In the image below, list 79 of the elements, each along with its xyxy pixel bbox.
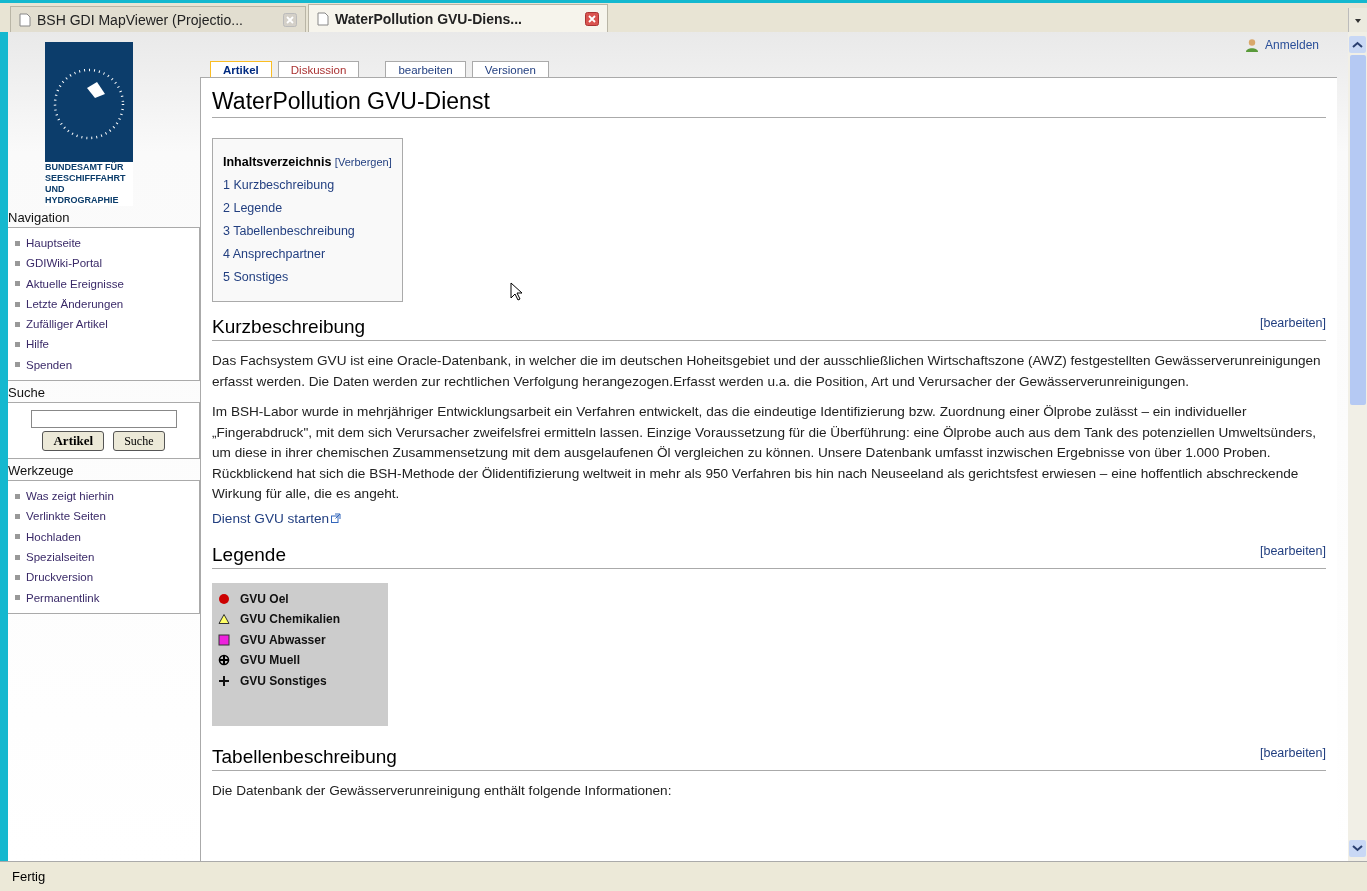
bullet-icon — [15, 260, 20, 266]
scrollbar[interactable] — [1348, 32, 1367, 861]
section-heading: Tabellenbeschreibung — [212, 745, 397, 769]
bullet-icon — [15, 281, 20, 287]
legend-label: GVU Chemikalien — [240, 612, 341, 627]
hide-link[interactable]: [Verbergen] — [334, 156, 392, 168]
legend-label: GVU Muell — [240, 653, 300, 668]
toc-link[interactable]: 3 Tabellenbeschreibung — [223, 220, 392, 243]
browser-tab[interactable]: WaterPollution GVU-Diens... — [308, 4, 608, 32]
close-icon[interactable] — [585, 11, 599, 26]
bullet-icon — [15, 301, 20, 307]
tool-link[interactable]: Was zeigt hierhin — [26, 486, 114, 507]
logo-text: SEESCHIFFFAHRT — [45, 173, 127, 184]
external-link-icon — [331, 513, 342, 523]
bullet-icon — [15, 554, 20, 560]
logo-text: HYDROGRAPHIE — [45, 195, 120, 206]
toc-link[interactable]: 1 Kurzbeschreibung — [223, 174, 392, 197]
tool-link[interactable]: Hochladen — [26, 526, 81, 547]
page-tab[interactable]: Diskussion — [277, 61, 360, 77]
legend-label: GVU Sonstiges — [240, 673, 327, 688]
portlet-heading: Werkzeuge — [8, 463, 75, 479]
toc-link[interactable]: 5 Sonstiges — [223, 266, 392, 289]
bullet-icon — [15, 362, 20, 368]
scroll-up-icon[interactable] — [1349, 36, 1366, 53]
navigation-link[interactable]: Zufälliger Artikel — [26, 314, 108, 335]
bullet-icon — [15, 342, 20, 348]
logo-text: UND — [45, 184, 66, 195]
navigation-link[interactable]: Hilfe — [26, 334, 49, 355]
external-link[interactable]: Dienst GVU starten — [212, 510, 330, 526]
toc-link[interactable]: 4 Ansprechpartner — [223, 243, 392, 266]
edit-link[interactable]: [bearbeiten] — [1259, 543, 1326, 558]
status-text: Fertig — [12, 869, 46, 884]
page-icon — [19, 12, 31, 27]
legend-label: GVU Abwasser — [240, 632, 326, 647]
toc-link[interactable]: 2 Legende — [223, 197, 392, 220]
logo[interactable]: BUNDESAMT FÜR SEESCHIFFFAHRT UND HYDROGRAPHIE — [45, 42, 133, 206]
logo-text: BUNDESAMT FÜR — [45, 162, 125, 173]
search-field[interactable] — [30, 410, 177, 429]
scroll-down-icon[interactable] — [1349, 840, 1366, 857]
bullet-icon — [15, 493, 20, 499]
navigation-link[interactable]: Hauptseite — [26, 233, 81, 254]
portlet-heading: Suche — [8, 385, 46, 401]
bullet-icon — [15, 514, 20, 519]
navigation-link[interactable]: GDIWiki-Portal — [26, 253, 103, 274]
user-icon — [1244, 38, 1259, 52]
bullet-icon — [15, 574, 20, 580]
navigation-link[interactable]: Spenden — [26, 354, 73, 376]
section-heading: Legende — [212, 543, 286, 567]
browser-tab[interactable]: BSH GDI MapViewer (Projectio... — [10, 6, 306, 32]
bullet-icon — [15, 534, 20, 540]
bullet-icon — [15, 240, 20, 246]
tool-link[interactable]: Permanentlink — [26, 587, 100, 608]
toc-title: Inhaltsverzeichnis — [223, 155, 332, 169]
paragraph: Das Fachsystem GVU ist eine Oracle-Datenbank, in welcher die im deutschen Hoheitsgebiet und der ausschließlichen Wirtschaftszone (AWZ) festgestellten Gewässerverunreinigungen erfasst werden. Die Daten werden zur rechtlichen Verfolgung herangezogen.Erfasst werden u.a. die Position, Art und Verursacher der Gewässerverunreinigungen. — [212, 352, 1322, 391]
navigation-link[interactable]: Aktuelle Ereignisse — [26, 273, 124, 294]
dropdown-icon[interactable] — [1348, 8, 1367, 32]
cursor-icon — [510, 282, 522, 302]
edit-link[interactable]: [bearbeiten] — [1259, 316, 1326, 330]
page-tab[interactable]: Artikel — [210, 61, 272, 77]
search-button[interactable]: Artikel — [42, 431, 105, 452]
login-link[interactable]: Anmelden — [1264, 38, 1319, 52]
page-tab[interactable]: Versionen — [471, 61, 549, 77]
section-heading: Kurzbeschreibung — [212, 316, 366, 339]
search-button[interactable]: Suche — [113, 431, 165, 452]
page-tab[interactable]: bearbeiten — [385, 61, 466, 77]
page-icon — [317, 11, 329, 26]
tool-link[interactable]: Druckversion — [26, 567, 94, 588]
edit-link[interactable]: [bearbeiten] — [1259, 745, 1326, 760]
portlet-heading: Navigation — [8, 210, 71, 225]
page-title: WaterPollution GVU-Dienst — [212, 88, 1326, 118]
paragraph: Im BSH-Labor wurde in mehrjähriger Entwicklungsarbeit ein Verfahren entwickelt, das die eindeutige Identifizierung bzw. Zuordnung einer Ölprobe zulässt – ein individueller „Fingerabdruck", mit dem sich Verursacher zweifelsfrei ermitteln lassen. Einzige Voraussetzung für die Überführung: eine Ölprobe auch aus dem Tank des potenziellen Umweltsünders, um diese in ihrer chemischen Zusammensetzung mit dem ausgelaufenen Öl vergleichen zu können. Unsere Datenbank umfasst inzwischen Ergebnisse von über 1.000 Proben. Rückblickend hat sich die BSH-Methode der Ölidentifizierung weltweit in mehr als 950 Verfahren bis hin nach Neuseeland als gerichtsfest erwiesen – eine hoffentlich abschreckende Wirkung für alle, die es angeht. — [212, 403, 1317, 503]
tool-link[interactable]: Spezialseiten — [26, 546, 95, 568]
bullet-icon — [15, 321, 20, 327]
navigation-link[interactable]: Letzte Änderungen — [26, 293, 124, 315]
logo-emblem-icon — [45, 42, 133, 162]
bullet-icon — [15, 595, 20, 601]
paragraph: Die Datenbank der Gewässerverunreinigung enthält folgende Informationen: — [212, 781, 672, 800]
legend-label: GVU Oel — [240, 591, 289, 606]
tool-link[interactable]: Verlinkte Seiten — [26, 506, 106, 527]
